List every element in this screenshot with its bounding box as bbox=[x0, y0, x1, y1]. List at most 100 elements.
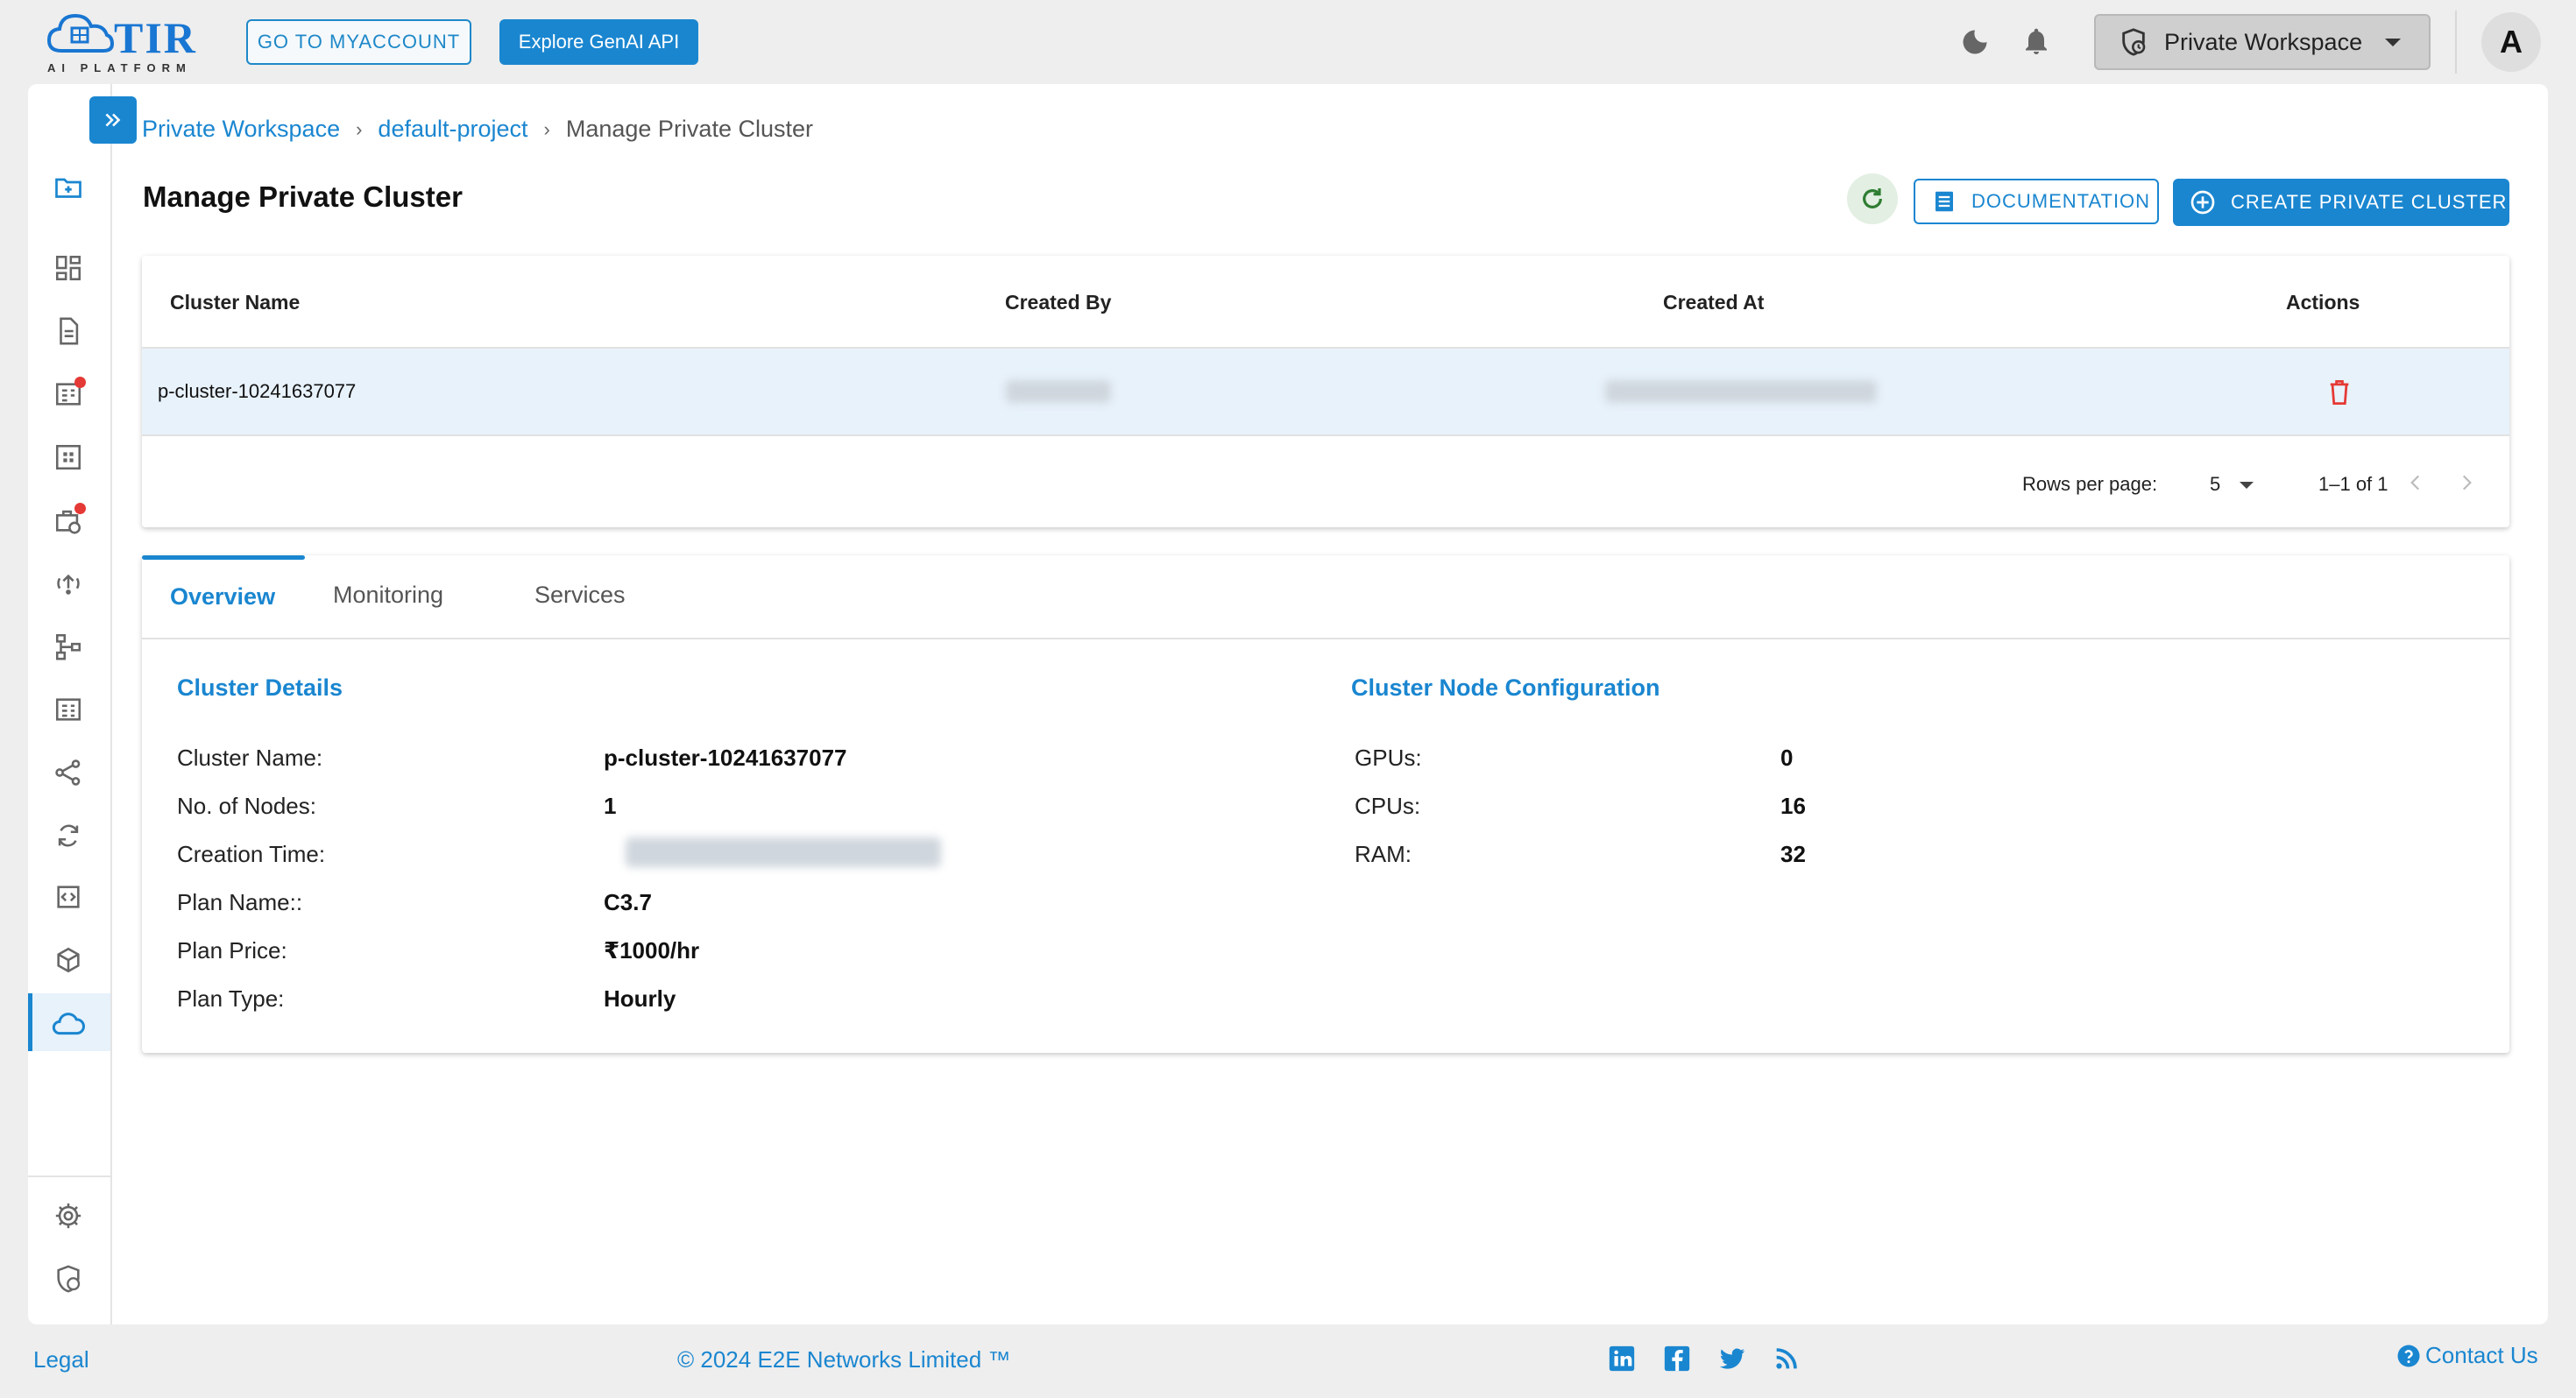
pipeline-icon bbox=[55, 633, 81, 660]
node-config-value: 32 bbox=[1780, 841, 1806, 867]
breadcrumb-private-workspace[interactable]: Private Workspace bbox=[142, 116, 340, 143]
breadcrumb-current: Manage Private Cluster bbox=[565, 116, 813, 142]
refresh-button[interactable] bbox=[1847, 173, 1898, 224]
divider bbox=[2455, 11, 2457, 74]
sidebar-item-projects[interactable] bbox=[49, 168, 88, 207]
sidebar-item-pipelines[interactable] bbox=[49, 627, 88, 666]
tab-bar: Overview Monitoring Services bbox=[142, 555, 2509, 639]
breadcrumb-separator: › bbox=[543, 117, 550, 140]
sidebar-item-inference[interactable] bbox=[49, 564, 88, 603]
footer: Legal © 2024 E2E Networks Limited ™ Cont… bbox=[0, 1324, 2576, 1398]
active-tab-indicator bbox=[142, 555, 305, 560]
delete-icon[interactable] bbox=[2327, 378, 2352, 406]
legal-link[interactable]: Legal bbox=[33, 1346, 89, 1373]
sidebar-item-api[interactable] bbox=[49, 878, 88, 916]
double-chevron-right-icon bbox=[105, 113, 121, 127]
rows-per-page-label: Rows per page: bbox=[2022, 473, 2158, 495]
column-created-by: Created By bbox=[1005, 291, 1112, 314]
cloud-logo-icon bbox=[46, 13, 115, 53]
table-pagination: Rows per page: 5 1–1 of 1 bbox=[142, 436, 2509, 527]
settings-icon bbox=[55, 1203, 81, 1229]
create-private-cluster-button[interactable]: CREATE PRIVATE CLUSTER bbox=[2173, 179, 2509, 226]
chevron-right-icon[interactable] bbox=[2455, 470, 2478, 496]
sidebar-item-private-cluster[interactable] bbox=[49, 1004, 88, 1042]
contact-us-label: Contact Us bbox=[2425, 1342, 2538, 1368]
notification-dot bbox=[74, 377, 86, 388]
caret-down-icon bbox=[2385, 38, 2402, 46]
linkedin-icon[interactable] bbox=[1607, 1344, 1637, 1373]
code-icon bbox=[57, 886, 80, 908]
detail-label: Plan Type: bbox=[177, 985, 285, 1012]
tab-monitoring[interactable]: Monitoring bbox=[333, 582, 443, 609]
node-config-label: GPUs: bbox=[1355, 745, 1422, 771]
contact-us-link[interactable]: Contact Us bbox=[2396, 1342, 2538, 1369]
notification-dot bbox=[74, 503, 86, 514]
tab-services[interactable]: Services bbox=[534, 582, 626, 609]
breadcrumb-default-project[interactable]: default-project bbox=[378, 116, 527, 143]
node-config-value: 0 bbox=[1780, 745, 1794, 771]
cloud-icon bbox=[52, 1013, 85, 1035]
sidebar-item-integrations[interactable] bbox=[49, 753, 88, 792]
sidebar-divider bbox=[28, 1176, 112, 1177]
page-title: Manage Private Cluster bbox=[143, 180, 463, 213]
table-header: Cluster Name Created By Created At Actio… bbox=[142, 256, 2509, 349]
sidebar-item-settings[interactable] bbox=[49, 1197, 88, 1235]
creation-time-redacted bbox=[626, 837, 941, 867]
chevron-left-icon[interactable] bbox=[2404, 470, 2427, 496]
main-panel: Private Workspace › default-project › Ma… bbox=[28, 84, 2548, 1324]
table-row[interactable]: p-cluster-10241637077 bbox=[142, 349, 2509, 436]
sidebar-item-training[interactable] bbox=[49, 501, 88, 540]
sidebar-item-registry[interactable] bbox=[49, 690, 88, 729]
sidebar-item-security[interactable] bbox=[49, 1260, 88, 1298]
detail-label: Creation Time: bbox=[177, 841, 326, 867]
user-avatar[interactable]: A bbox=[2481, 12, 2541, 72]
sidebar-item-sync[interactable] bbox=[49, 816, 88, 855]
tab-overview[interactable]: Overview bbox=[170, 583, 275, 611]
sidebar-item-dashboard[interactable] bbox=[49, 249, 88, 287]
detail-value: C3.7 bbox=[604, 889, 652, 915]
workspace-label: Private Workspace bbox=[2164, 28, 2363, 55]
create-private-cluster-label: CREATE PRIVATE CLUSTER bbox=[2231, 191, 2508, 213]
breadcrumb-separator: › bbox=[356, 117, 363, 140]
share-icon bbox=[55, 759, 81, 786]
sidebar-item-notebooks[interactable] bbox=[49, 312, 88, 350]
detail-label: Plan Price: bbox=[177, 937, 287, 964]
column-cluster-name: Cluster Name bbox=[170, 291, 301, 314]
node-config-title: Cluster Node Configuration bbox=[1351, 674, 1660, 701]
grid-icon bbox=[55, 444, 81, 470]
rows-per-page-select[interactable]: 5 bbox=[2210, 473, 2220, 496]
node-config-value: 16 bbox=[1780, 793, 1806, 819]
column-created-at: Created At bbox=[1663, 291, 1765, 314]
documentation-button[interactable]: DOCUMENTATION bbox=[1914, 179, 2159, 224]
sidebar-item-grid[interactable] bbox=[49, 438, 88, 477]
document-list-icon bbox=[1936, 191, 1953, 212]
notification-bell-icon[interactable] bbox=[2020, 25, 2052, 58]
pagination-range: 1–1 of 1 bbox=[2318, 473, 2388, 495]
cluster-table: Cluster Name Created By Created At Actio… bbox=[142, 256, 2509, 527]
rss-icon[interactable] bbox=[1772, 1344, 1801, 1373]
security-icon bbox=[57, 1265, 81, 1293]
caret-down-icon[interactable] bbox=[2240, 482, 2254, 489]
detail-value: 1 bbox=[604, 793, 617, 819]
copyright-text: © 2024 E2E Networks Limited ™ bbox=[677, 1346, 1011, 1373]
cluster-details-title: Cluster Details bbox=[177, 674, 343, 701]
explore-genai-api-button[interactable]: Explore GenAI API bbox=[499, 19, 698, 65]
detail-label: Cluster Name: bbox=[177, 745, 323, 771]
workspace-selector[interactable]: Private Workspace bbox=[2094, 14, 2431, 70]
table-icon bbox=[55, 698, 81, 721]
twitter-icon[interactable] bbox=[1717, 1344, 1747, 1373]
facebook-icon[interactable] bbox=[1662, 1344, 1692, 1373]
sidebar-item-models[interactable] bbox=[49, 941, 88, 979]
cube-icon bbox=[57, 947, 80, 973]
detail-value: Hourly bbox=[604, 985, 676, 1012]
tir-logo[interactable]: TIR AI PLATFORM bbox=[46, 11, 203, 74]
sidebar bbox=[28, 84, 112, 1324]
sync-icon bbox=[58, 824, 79, 847]
sidebar-item-datasets[interactable] bbox=[49, 375, 88, 413]
expand-sidebar-button[interactable] bbox=[89, 96, 137, 144]
go-to-myaccount-button[interactable]: GO TO MYACCOUNT bbox=[246, 19, 471, 65]
cell-created-at-redacted bbox=[1605, 380, 1877, 403]
detail-label: No. of Nodes: bbox=[177, 793, 316, 819]
dark-mode-icon[interactable] bbox=[1959, 26, 1991, 58]
add-circle-icon bbox=[2190, 190, 2215, 215]
